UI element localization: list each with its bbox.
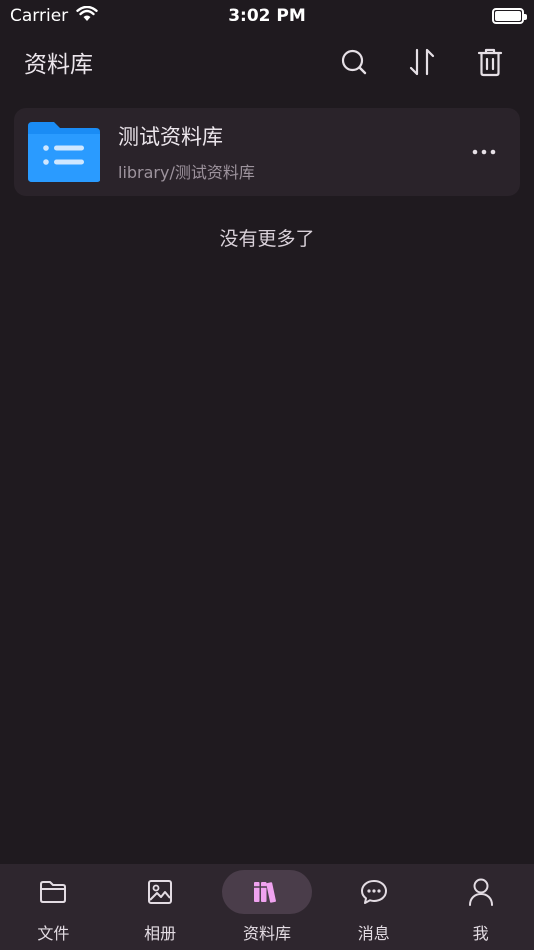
image-icon bbox=[148, 880, 173, 904]
nav-label-album: 相册 bbox=[144, 924, 177, 943]
nav-label-messages: 消息 bbox=[357, 924, 390, 943]
library-name: 测试资料库 bbox=[118, 125, 223, 149]
app-header: 资料库 bbox=[0, 32, 534, 92]
nav-item-album[interactable]: 相册 bbox=[107, 870, 213, 944]
page-title: 资料库 bbox=[24, 52, 93, 78]
nav-label-library: 资料库 bbox=[242, 924, 291, 943]
nav-item-messages[interactable]: 消息 bbox=[321, 870, 427, 944]
more-options-button[interactable] bbox=[462, 130, 506, 174]
person-icon bbox=[468, 878, 493, 906]
chat-icon bbox=[360, 880, 387, 904]
nav-item-files[interactable]: 文件 bbox=[0, 870, 106, 944]
header-actions bbox=[332, 40, 512, 84]
folder-list-icon bbox=[28, 122, 100, 182]
library-card-text: 测试资料库 library/测试资料库 bbox=[118, 121, 462, 183]
search-icon bbox=[341, 49, 367, 75]
more-icon bbox=[472, 149, 496, 155]
sort-button[interactable] bbox=[400, 40, 444, 84]
wifi-icon bbox=[76, 5, 98, 27]
nav-label-me: 我 bbox=[472, 924, 489, 943]
status-bar: Carrier 3:02 PM bbox=[0, 0, 534, 32]
trash-icon bbox=[477, 48, 503, 77]
library-path: library/测试资料库 bbox=[118, 163, 255, 182]
delete-button[interactable] bbox=[468, 40, 512, 84]
nav-label-files: 文件 bbox=[37, 924, 70, 943]
list-end-text: 没有更多了 bbox=[219, 228, 315, 250]
folder-icon bbox=[40, 881, 67, 903]
nav-item-library[interactable]: 资料库 bbox=[214, 870, 320, 944]
books-icon bbox=[253, 882, 276, 903]
bottom-nav: 文件 相册 资料库 消息 我 bbox=[0, 864, 534, 950]
sort-icon bbox=[409, 48, 435, 76]
battery-icon bbox=[492, 8, 527, 24]
library-card[interactable]: 测试资料库 library/测试资料库 bbox=[14, 108, 520, 196]
nav-item-me[interactable]: 我 bbox=[428, 870, 534, 944]
search-button[interactable] bbox=[332, 40, 376, 84]
status-left: Carrier bbox=[10, 5, 98, 27]
carrier-label: Carrier bbox=[10, 6, 69, 26]
